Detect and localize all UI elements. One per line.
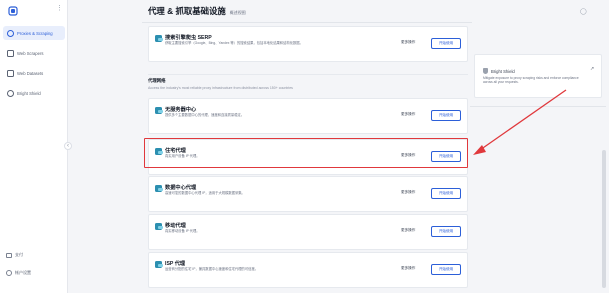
scrollbar[interactable] bbox=[602, 150, 606, 288]
dataset-icon bbox=[7, 69, 14, 77]
shield-icon bbox=[7, 89, 14, 97]
sidebar-item-account-settings[interactable]: 帐户设置 bbox=[6, 270, 31, 276]
sidebar-item-label: 帐户设置 bbox=[15, 270, 31, 275]
app-window: ⋮ Proxies & Scraping Web Scrapers Web Da… bbox=[0, 0, 609, 293]
main-content: 代理 & 抓取基础设施 概述视图 搜索引擎爬虫 SERP 获取主要搜索引擎（Goo… bbox=[68, 0, 609, 293]
sidebar-item-billing[interactable]: 支付 bbox=[6, 252, 23, 258]
sidebar: ⋮ Proxies & Scraping Web Scrapers Web Da… bbox=[0, 0, 68, 293]
sidebar-item-web-datasets[interactable]: Web Datasets bbox=[3, 66, 65, 80]
globe-icon bbox=[7, 29, 14, 37]
sidebar-item-bright-shield[interactable]: Bright Shield bbox=[3, 86, 65, 100]
menu-toggle-icon[interactable]: ⋮ bbox=[56, 4, 63, 12]
sidebar-item-label: Proxies & Scraping bbox=[17, 30, 53, 36]
annotation-arrow bbox=[473, 89, 567, 155]
brand-logo[interactable] bbox=[8, 6, 18, 16]
sidebar-item-label: Bright Shield bbox=[17, 90, 41, 96]
card-icon bbox=[6, 252, 12, 258]
help-icon[interactable]: ◯ bbox=[580, 8, 587, 15]
sidebar-item-label: 支付 bbox=[15, 252, 23, 257]
sidebar-nav: Proxies & Scraping Web Scrapers Web Data… bbox=[3, 26, 65, 106]
sidebar-item-proxies[interactable]: Proxies & Scraping bbox=[3, 26, 65, 40]
scraper-icon bbox=[7, 49, 14, 57]
sidebar-item-label: Web Scrapers bbox=[17, 50, 44, 56]
sidebar-item-web-scrapers[interactable]: Web Scrapers bbox=[3, 46, 65, 60]
settings-icon bbox=[6, 270, 12, 276]
sidebar-item-label: Web Datasets bbox=[17, 70, 44, 76]
